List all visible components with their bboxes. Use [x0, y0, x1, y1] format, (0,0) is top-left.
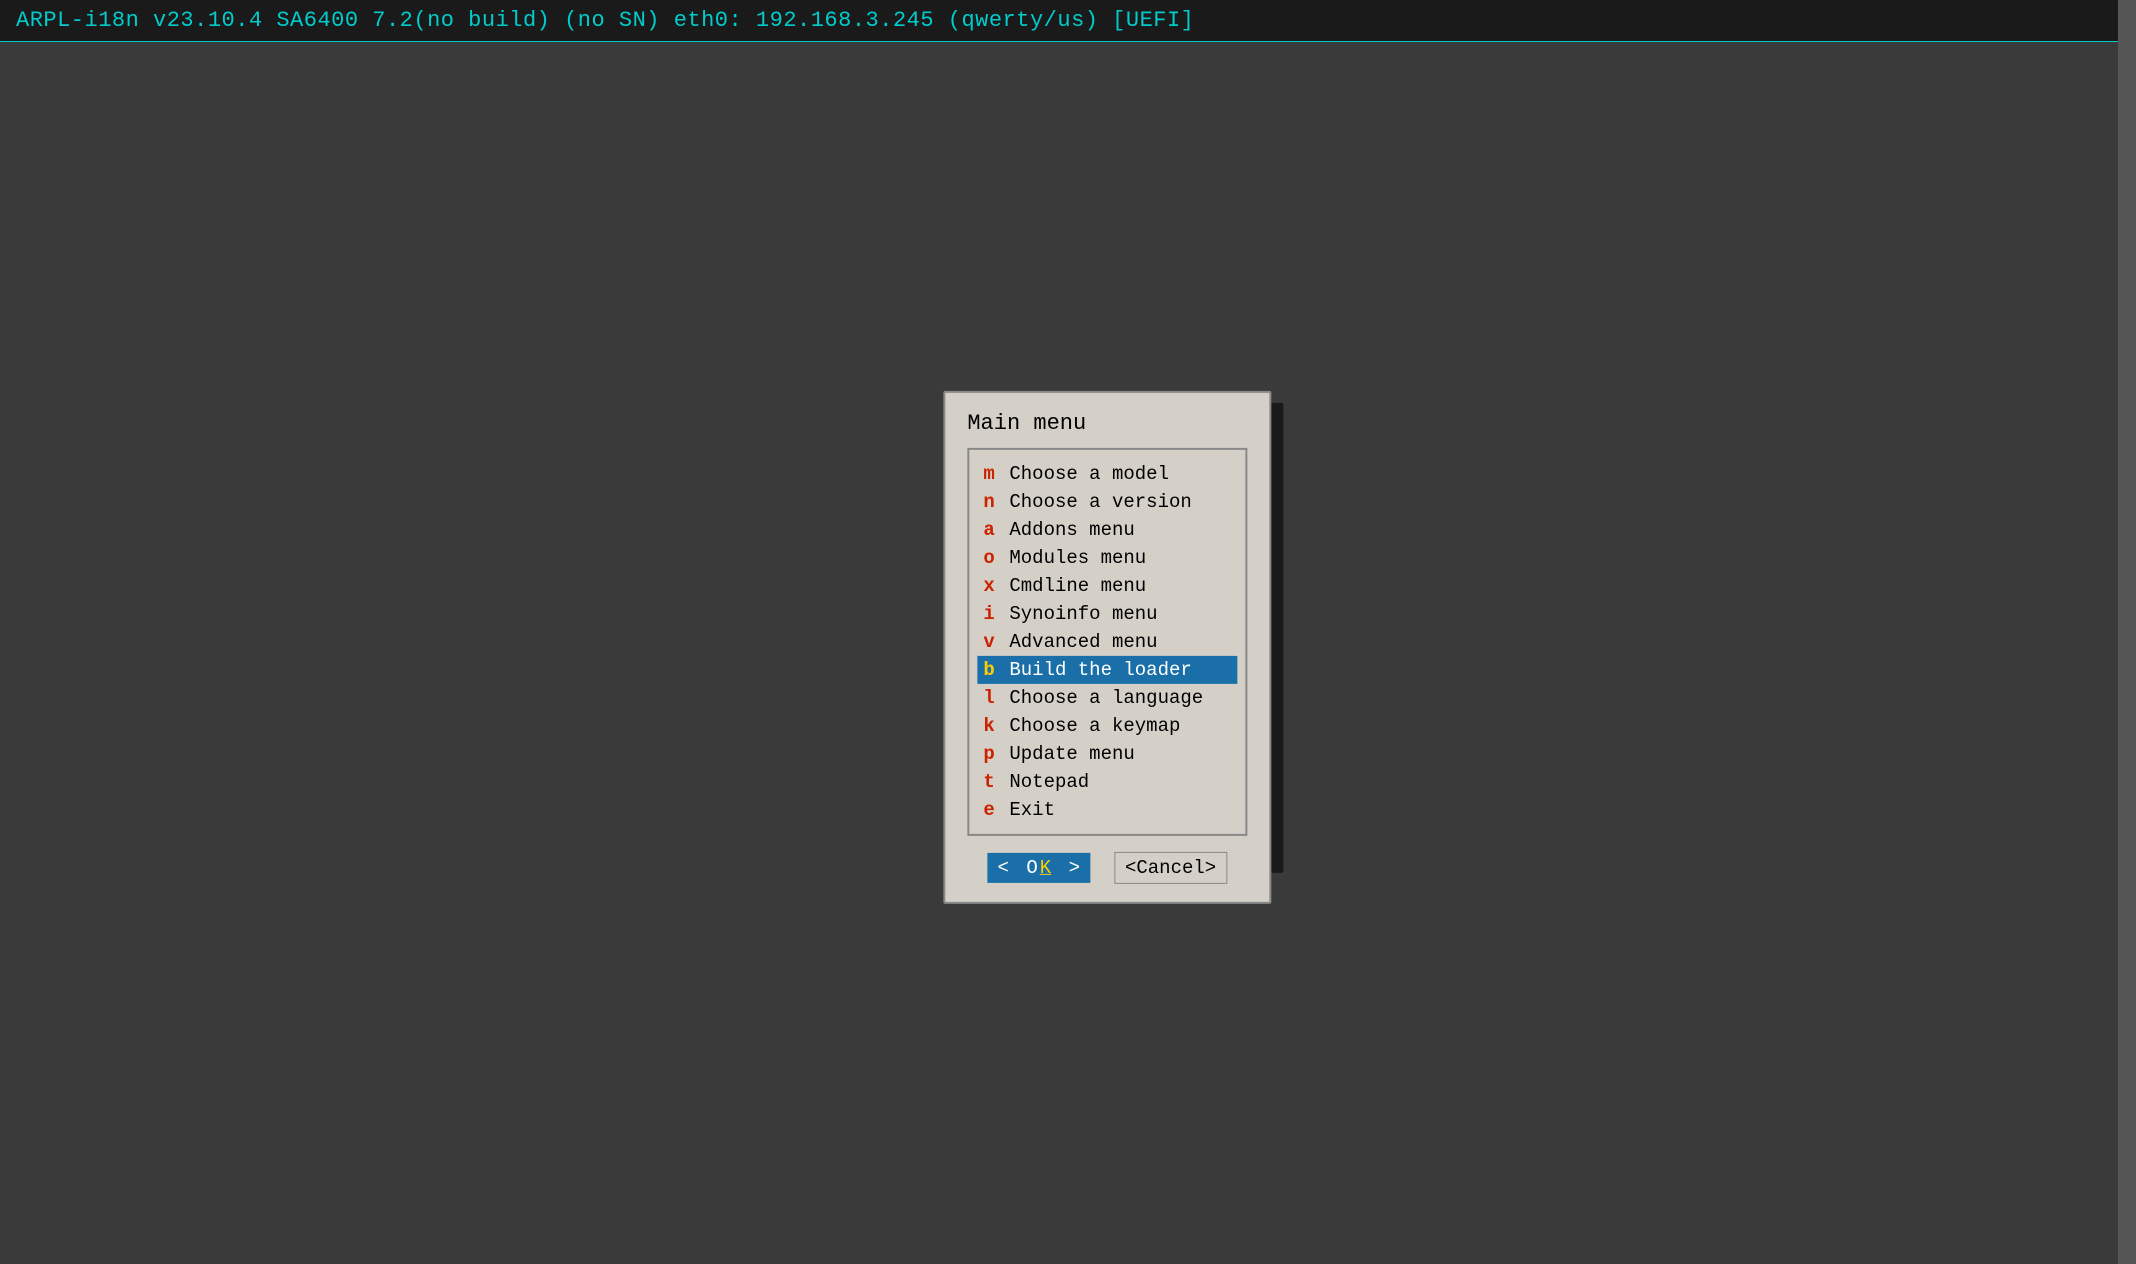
menu-key-t: t	[983, 771, 1001, 793]
cancel-button[interactable]: <Cancel>	[1114, 852, 1227, 884]
menu-label-m: Choose a model	[1009, 463, 1169, 485]
menu-key-b: b	[983, 659, 1001, 681]
buttons-row: < O K > <Cancel>	[967, 852, 1247, 884]
menu-label-n: Choose a version	[1009, 491, 1191, 513]
menu-key-l: l	[983, 687, 1001, 709]
status-bar: ARPL-i18n v23.10.4 SA6400 7.2(no build) …	[0, 0, 2136, 42]
menu-key-o: o	[983, 547, 1001, 569]
menu-label-k: Choose a keymap	[1009, 715, 1180, 737]
ok-o: O	[1026, 857, 1037, 879]
menu-label-p: Update menu	[1009, 743, 1134, 765]
ok-button[interactable]: < O K >	[988, 853, 1090, 883]
menu-item-k[interactable]: k Choose a keymap	[977, 712, 1237, 740]
menu-key-a: a	[983, 519, 1001, 541]
menu-key-m: m	[983, 463, 1001, 485]
ok-arrow-right: >	[1069, 857, 1080, 879]
menu-key-n: n	[983, 491, 1001, 513]
ok-space	[1013, 857, 1024, 879]
menu-label-l: Choose a language	[1009, 687, 1203, 709]
menu-label-b: Build the loader	[1009, 659, 1191, 681]
menu-label-i: Synoinfo menu	[1009, 603, 1157, 625]
ok-space2	[1053, 857, 1064, 879]
menu-item-l[interactable]: l Choose a language	[977, 684, 1237, 712]
menu-key-v: v	[983, 631, 1001, 653]
status-text: ARPL-i18n v23.10.4 SA6400 7.2(no build) …	[16, 8, 1194, 33]
menu-item-i[interactable]: i Synoinfo menu	[977, 600, 1237, 628]
menu-label-x: Cmdline menu	[1009, 575, 1146, 597]
menu-label-t: Notepad	[1009, 771, 1089, 793]
ok-arrow-left: <	[998, 857, 1009, 879]
menu-label-a: Addons menu	[1009, 519, 1134, 541]
dialog-wrapper: Main menu m Choose a model n Choose a versi…	[943, 391, 1271, 904]
menu-item-o[interactable]: o Modules menu	[977, 544, 1237, 572]
menu-key-x: x	[983, 575, 1001, 597]
menu-list-box: m Choose a model n Choose a version a Addons …	[967, 448, 1247, 836]
menu-item-m[interactable]: m Choose a model	[977, 460, 1237, 488]
main-menu-dialog: Main menu m Choose a model n Choose a versi…	[943, 391, 1271, 904]
menu-item-n[interactable]: n Choose a version	[977, 488, 1237, 516]
menu-key-p: p	[983, 743, 1001, 765]
menu-item-e[interactable]: e Exit	[977, 796, 1237, 824]
scrollbar[interactable]	[2118, 0, 2136, 1264]
menu-item-p[interactable]: p Update menu	[977, 740, 1237, 768]
menu-key-e: e	[983, 799, 1001, 821]
menu-key-k: k	[983, 715, 1001, 737]
menu-item-v[interactable]: v Advanced menu	[977, 628, 1237, 656]
menu-label-o: Modules menu	[1009, 547, 1146, 569]
menu-label-v: Advanced menu	[1009, 631, 1157, 653]
menu-item-x[interactable]: x Cmdline menu	[977, 572, 1237, 600]
menu-item-t[interactable]: t Notepad	[977, 768, 1237, 796]
menu-item-b[interactable]: b Build the loader	[977, 656, 1237, 684]
menu-key-i: i	[983, 603, 1001, 625]
menu-item-a[interactable]: a Addons menu	[977, 516, 1237, 544]
dialog-title: Main menu	[967, 411, 1247, 436]
ok-k: K	[1040, 857, 1051, 879]
menu-label-e: Exit	[1009, 799, 1055, 821]
